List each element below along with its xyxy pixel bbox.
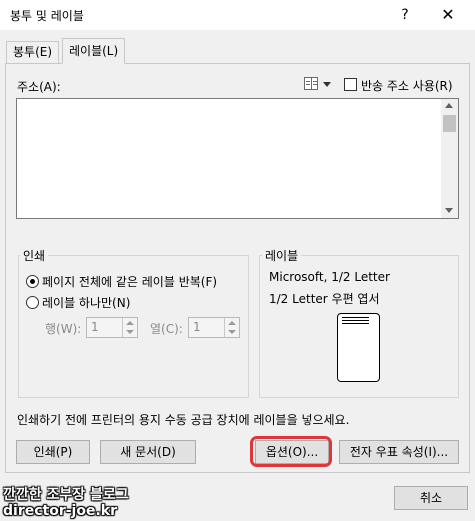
radio-full-page-label[interactable]: 페이지 전체에 같은 레이블 반복(F) — [42, 273, 217, 290]
print-button[interactable]: 인쇄(P) — [16, 440, 90, 464]
scroll-down-icon[interactable] — [445, 208, 453, 213]
watermark-url: director-joe.kr — [3, 503, 117, 519]
row-value[interactable]: 1 — [91, 320, 99, 334]
tab-labels[interactable]: 레이블(L) — [62, 38, 126, 64]
close-button[interactable]: ✕ — [428, 2, 468, 28]
scroll-up-icon[interactable] — [445, 103, 453, 108]
preview-lines — [342, 317, 369, 318]
cancel-button[interactable]: 취소 — [394, 486, 468, 510]
return-address-label[interactable]: 반송 주소 사용(R) — [361, 77, 453, 94]
radio-single-label[interactable] — [26, 296, 39, 309]
label-group-title: 레이블 — [262, 247, 302, 264]
help-button[interactable]: ? — [392, 4, 418, 26]
spin-down-icon[interactable] — [126, 330, 134, 334]
column-spinner-buttons[interactable] — [224, 318, 239, 337]
chevron-down-icon[interactable] — [323, 82, 331, 87]
label-vendor[interactable]: Microsoft, 1/2 Letter — [269, 270, 390, 284]
radio-full-page[interactable] — [26, 275, 39, 288]
new-document-button[interactable]: 새 문서(D) — [100, 440, 196, 464]
row-spinner[interactable]: 1 — [86, 317, 138, 338]
label-product[interactable]: 1/2 Letter 우편 엽서 — [269, 290, 380, 307]
row-spinner-buttons[interactable] — [122, 318, 137, 337]
options-highlight — [250, 436, 332, 467]
spin-up-icon[interactable] — [228, 321, 236, 325]
instruction-text: 인쇄하기 전에 프린터의 용지 수동 공급 장치에 레이블을 넣으세요. — [17, 413, 350, 427]
print-group-title: 인쇄 — [20, 247, 49, 264]
column-label: 열(C): — [150, 322, 183, 336]
radio-single-label-text[interactable]: 레이블 하나만(N) — [42, 294, 130, 311]
spin-up-icon[interactable] — [126, 321, 134, 325]
tab-envelopes[interactable]: 봉투(E) — [6, 41, 60, 63]
address-book-icon[interactable] — [304, 77, 318, 90]
epostage-properties-button[interactable]: 전자 우표 속성(I)... — [339, 440, 459, 464]
window-title: 봉투 및 레이블 — [10, 9, 84, 23]
return-address-checkbox[interactable] — [344, 78, 357, 91]
spin-down-icon[interactable] — [228, 330, 236, 334]
label-preview-icon[interactable] — [337, 313, 380, 382]
column-spinner[interactable]: 1 — [188, 317, 240, 338]
scrollbar-thumb[interactable] — [443, 115, 456, 132]
row-label: 행(W): — [45, 322, 82, 336]
address-label: 주소(A): — [17, 80, 61, 94]
address-textarea[interactable] — [16, 98, 459, 219]
column-value[interactable]: 1 — [193, 320, 201, 334]
watermark-title: 깐깐한 조부장 블로그 — [3, 487, 129, 503]
